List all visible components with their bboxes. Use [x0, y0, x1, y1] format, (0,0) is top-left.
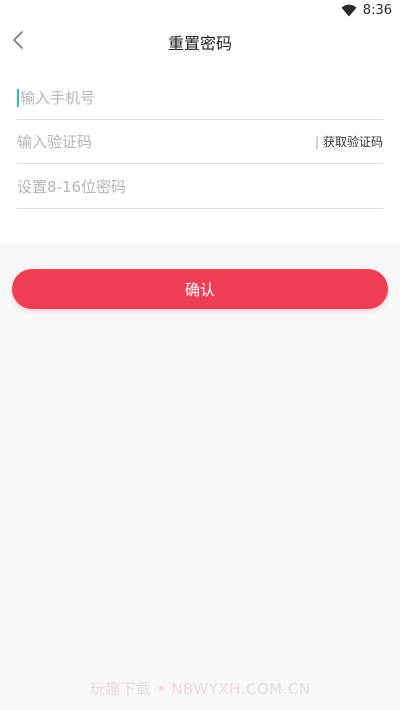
- header-bar: 重置密码: [0, 24, 400, 60]
- verification-code-input[interactable]: [17, 129, 309, 154]
- page-title: 重置密码: [167, 34, 232, 53]
- phone-row: [17, 76, 383, 120]
- phone-input[interactable]: [20, 85, 383, 110]
- status-time: 8:36: [362, 3, 392, 18]
- confirm-button[interactable]: 确认: [12, 269, 388, 309]
- code-divider: |: [314, 135, 319, 149]
- password-input[interactable]: [17, 174, 383, 199]
- wifi-icon: [341, 4, 357, 17]
- get-code-label: 获取验证码: [322, 135, 383, 149]
- text-caret: [17, 88, 19, 107]
- code-row: |获取验证码: [17, 120, 383, 164]
- watermark: 玩趣下载 • NBWYXH.COM.CN: [89, 680, 311, 698]
- confirm-label: 确认: [184, 280, 215, 299]
- get-code-button[interactable]: | 获取验证码: [309, 133, 383, 150]
- password-row: [17, 165, 383, 209]
- status-bar: 8:36: [0, 0, 400, 24]
- status-icons: 8:36: [341, 3, 392, 18]
- reset-password-form: |获取验证码: [0, 60, 400, 244]
